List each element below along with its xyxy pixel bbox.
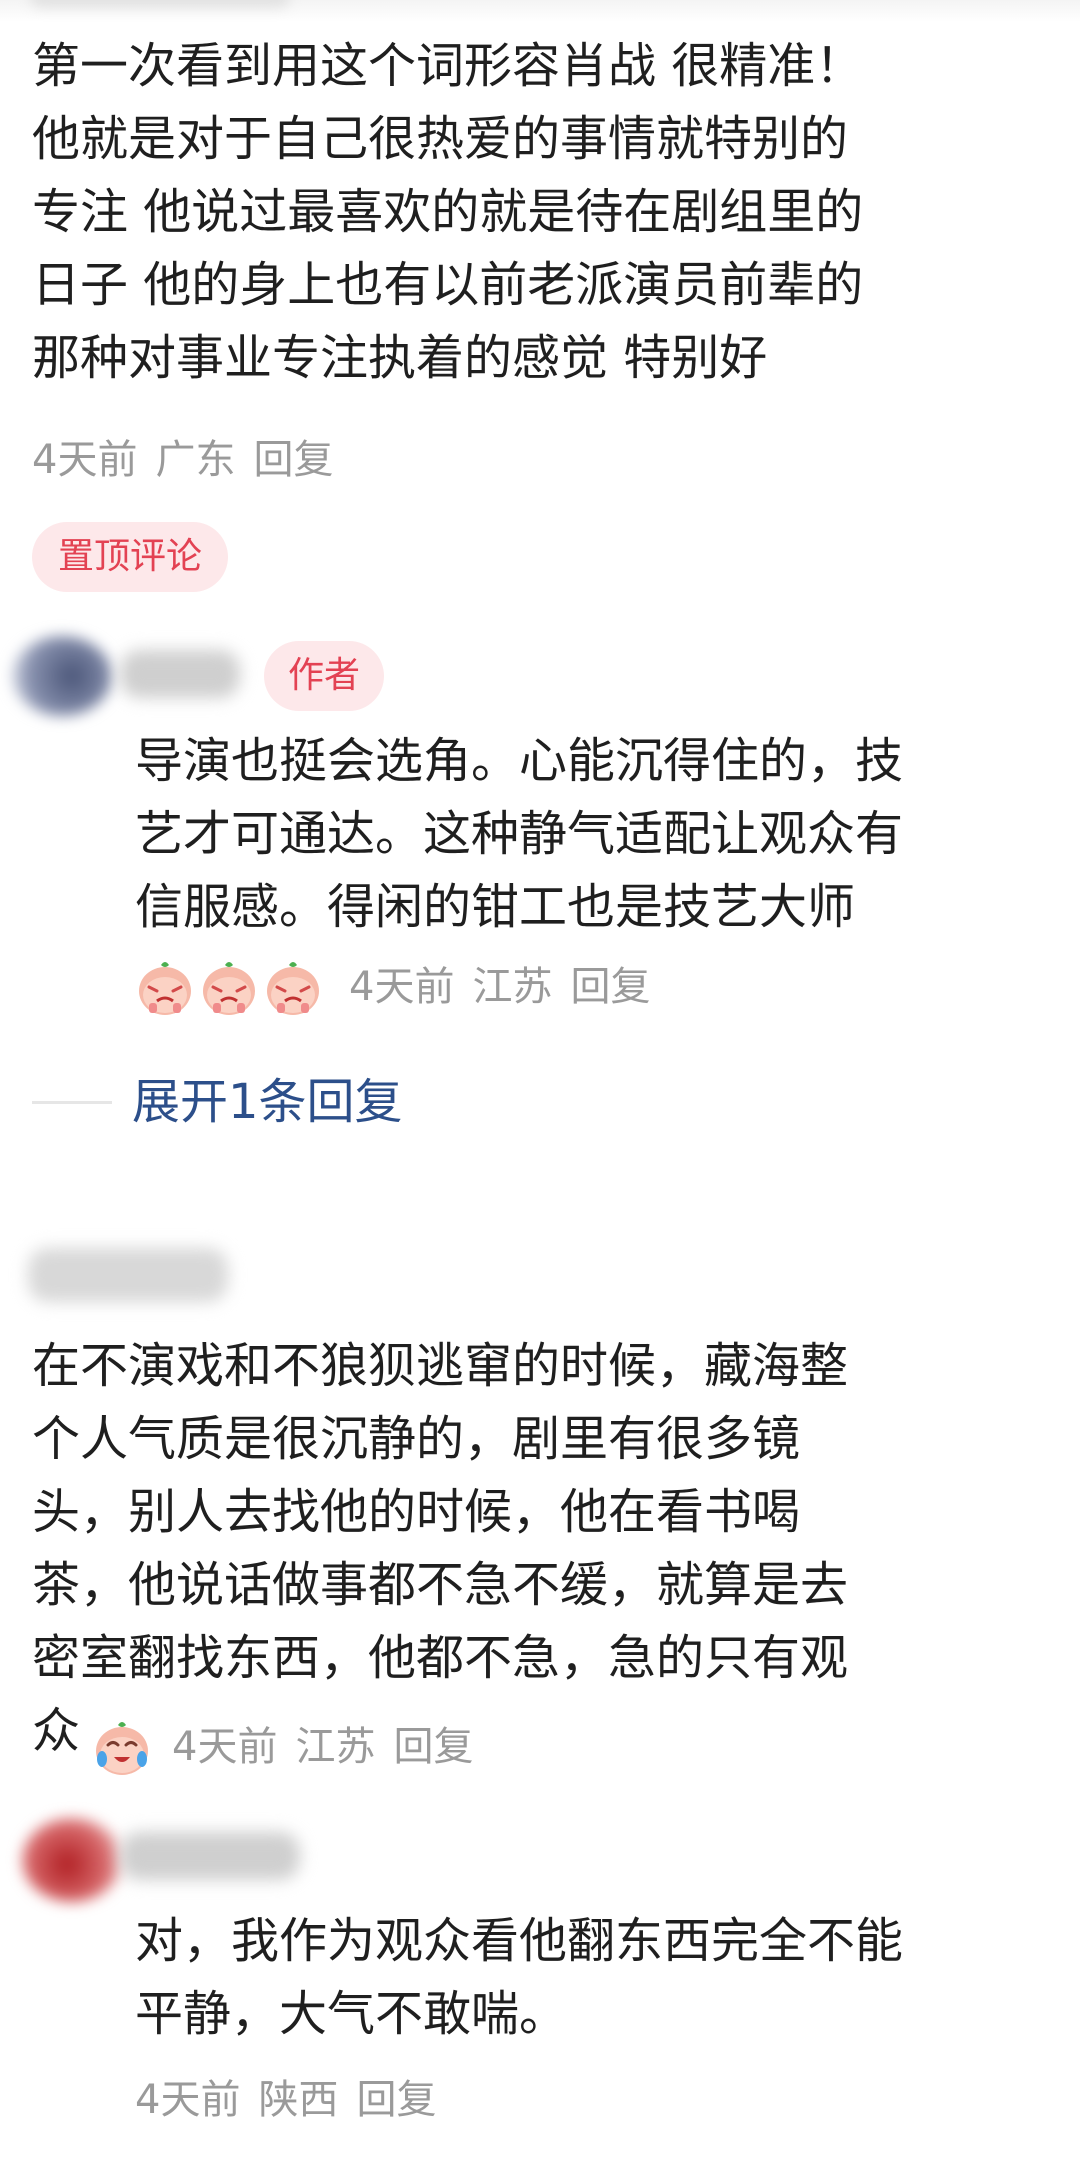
crying-face-emoji <box>203 962 255 1015</box>
expand-replies-button[interactable]: 展开1条回复 <box>132 1070 403 1134</box>
comment-body: 第一次看到用这个词形容肖战 很精准！ 他就是对于自己很热爱的事情就特别的 专注 … <box>32 30 1052 395</box>
reply-location: 陕西 <box>258 2077 339 2123</box>
reply-button[interactable]: 回复 <box>253 437 333 483</box>
reply-button[interactable]: 回复 <box>356 2077 436 2123</box>
username-blurred[interactable] <box>28 1248 228 1302</box>
reply-body: 对，我作为观众看他翻东西完全不能 平静，大气不敢喘。 <box>135 1905 1055 2051</box>
comment-body: 在不演戏和不狼狈逃窜的时候，藏海整 个人气质是很沉静的，剧里有很多镜 头，别人去… <box>32 1330 1052 1768</box>
reply-text: 对，我作为观众看他翻东西完全不能 平静，大气不敢喘。 <box>135 1913 904 2042</box>
comment-meta: 4天前 江苏 回复 <box>92 1715 491 1779</box>
comment-time: 4天前 <box>172 1724 278 1770</box>
avatar[interactable] <box>22 1818 122 1902</box>
comment-meta: 4天前 广东 回复 <box>32 436 351 484</box>
reply-meta: 4天前 江苏 回复 <box>135 955 668 1019</box>
reply-button[interactable]: 回复 <box>393 1724 473 1770</box>
crying-face-emoji <box>267 962 319 1015</box>
reply-body: 导演也挺会选角。心能沉得住的，技 艺才可通达。这种静气适配让观众有 信服感。得闲… <box>135 725 1055 944</box>
username-blurred[interactable] <box>120 1832 300 1880</box>
previous-comment-fade <box>0 0 1080 22</box>
reply-text: 导演也挺会选角。心能沉得住的，技 艺才可通达。这种静气适配让观众有 信服感。得闲… <box>135 733 904 935</box>
comment-location: 江苏 <box>295 1724 376 1770</box>
comment-time: 4天前 <box>32 437 138 483</box>
reply-time: 4天前 <box>349 964 455 1010</box>
comment-text: 在不演戏和不狼狈逃窜的时候，藏海整 个人气质是很沉静的，剧里有很多镜 头，别人去… <box>32 1338 849 1759</box>
reply-button[interactable]: 回复 <box>570 964 650 1010</box>
laugh-cry-emoji <box>96 1722 148 1775</box>
reply-location: 江苏 <box>472 964 553 1010</box>
avatar[interactable] <box>12 636 112 716</box>
comment-location: 广东 <box>155 437 236 483</box>
username-blurred[interactable] <box>120 650 240 698</box>
pinned-comment-badge: 置顶评论 <box>32 522 229 592</box>
author-badge: 作者 <box>264 641 385 711</box>
expand-divider <box>32 1101 112 1104</box>
reply-time: 4天前 <box>135 2077 241 2123</box>
crying-face-emoji <box>139 962 191 1015</box>
comment-text: 第一次看到用这个词形容肖战 很精准！ 他就是对于自己很热爱的事情就特别的 专注 … <box>32 38 864 386</box>
reply-meta: 4天前 陕西 回复 <box>135 2076 454 2124</box>
